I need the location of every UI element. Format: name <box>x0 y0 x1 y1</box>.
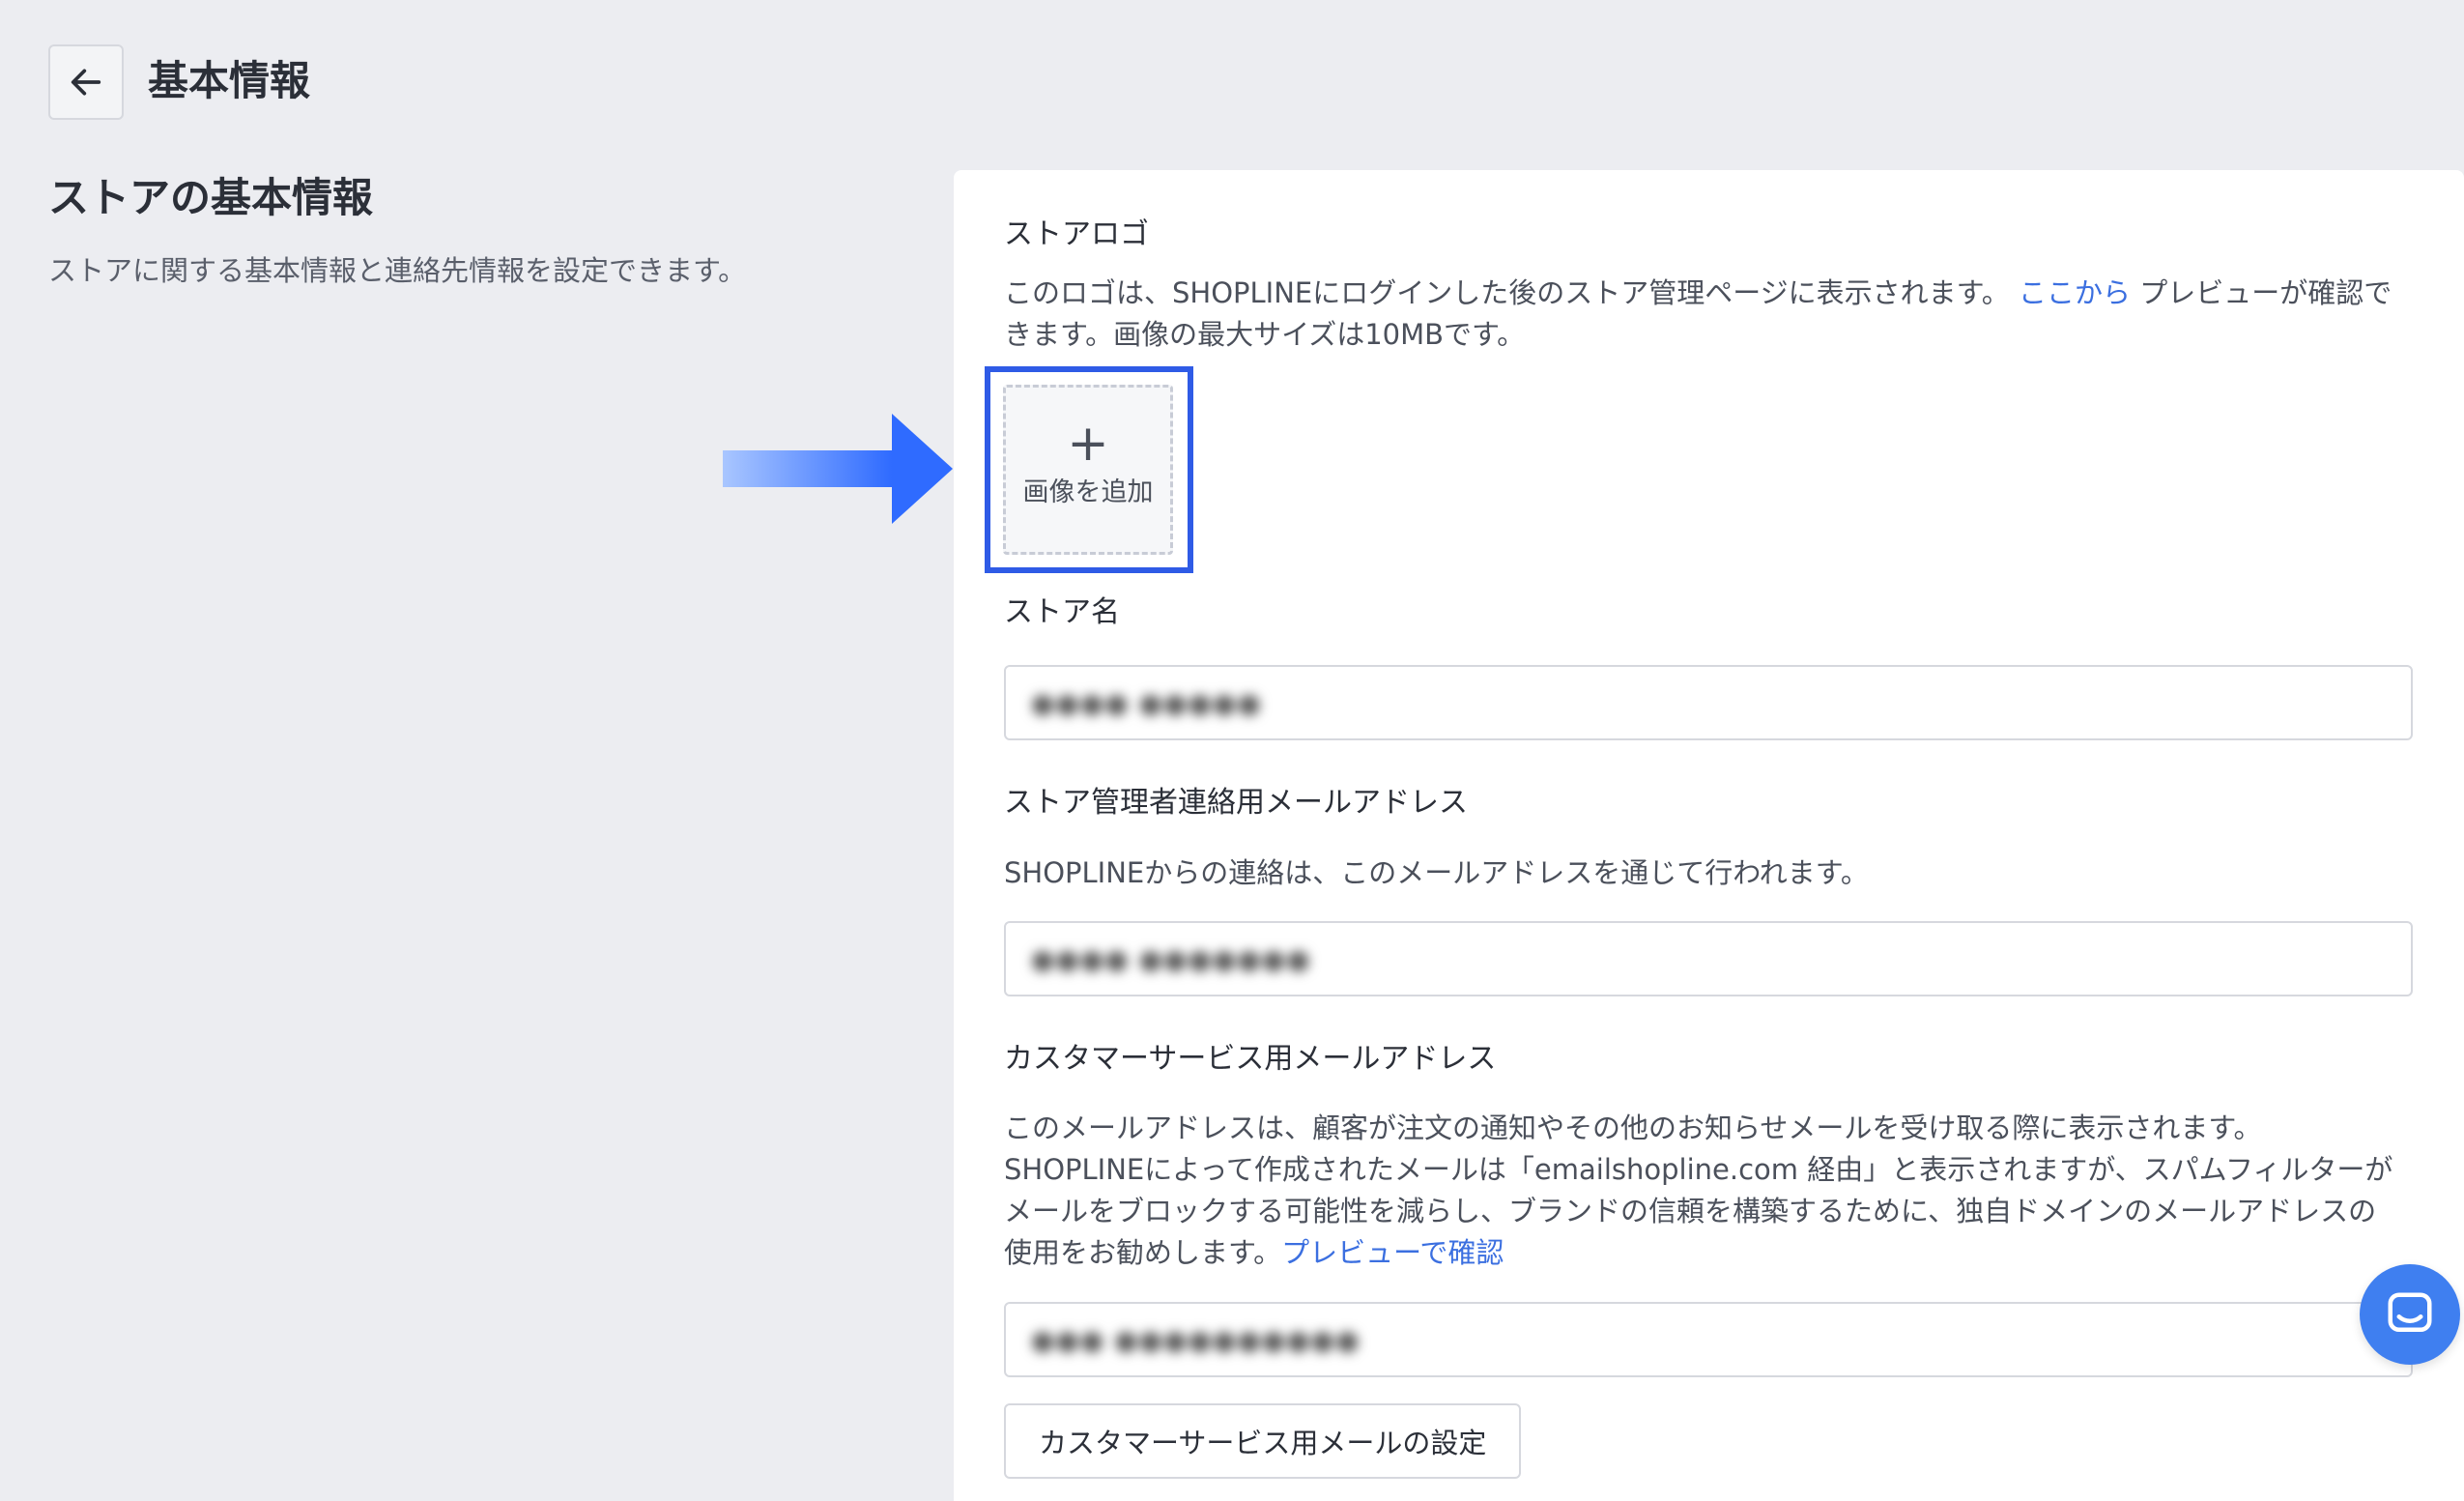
cs-email-value: ●●● ●●●●●●●●●● <box>1031 1323 1361 1356</box>
store-name-label: ストア名 <box>1004 595 1120 629</box>
page-title: 基本情報 <box>148 57 311 104</box>
cs-email-settings-button[interactable]: カスタマーサービス用メールの設定 <box>1004 1403 1522 1479</box>
store-logo-description-text: このロゴは、SHOPLINEにログインした後のストア管理ページに表示されます。 <box>1004 276 2019 309</box>
section-description: ストアに関する基本情報と連絡先情報を設定できます。 <box>48 254 747 287</box>
preview-link[interactable]: ここから <box>2019 276 2131 309</box>
store-logo-description: このロゴは、SHOPLINEにログインした後のストア管理ページに表示されます。 … <box>1004 273 2395 356</box>
logo-upload-highlight: + 画像を追加 <box>985 366 1193 573</box>
chat-button[interactable] <box>2360 1264 2460 1365</box>
admin-email-description: SHOPLINEからの連絡は、このメールアドレスを通じて行われます。 <box>1004 856 1869 889</box>
admin-email-value: ●●●● ●●●●●●● <box>1031 942 1311 975</box>
page: 基本情報 ストアの基本情報 ストアに関する基本情報と連絡先情報を設定できます。 … <box>0 0 2464 1501</box>
admin-email-label: ストア管理者連絡用メールアドレス <box>1004 786 1468 820</box>
cs-email-description-text: このメールアドレスは、顧客が注文の通知やその他のお知らせメールを受け取る際に表示… <box>1004 1111 2393 1269</box>
store-name-input[interactable]: ●●●● ●●●●● <box>1004 665 2413 740</box>
settings-card: ストアロゴ このロゴは、SHOPLINEにログインした後のストア管理ページに表示… <box>954 170 2464 1501</box>
cs-email-label: カスタマーサービス用メールアドレス <box>1004 1042 1497 1076</box>
arrow-left-icon <box>71 69 101 96</box>
add-image-label: 画像を追加 <box>1022 477 1154 507</box>
chat-icon <box>2388 1292 2432 1332</box>
cs-email-input[interactable]: ●●● ●●●●●●●●●● <box>1004 1302 2413 1377</box>
plus-icon: + <box>1067 415 1109 473</box>
admin-email-input[interactable]: ●●●● ●●●●●●● <box>1004 921 2413 996</box>
section-title: ストアの基本情報 <box>48 174 374 221</box>
add-image-button[interactable]: + 画像を追加 <box>1003 385 1173 555</box>
back-button[interactable] <box>48 44 124 120</box>
cs-preview-link[interactable]: プレビューで確認 <box>1281 1236 1504 1269</box>
highlight-arrow-icon <box>723 414 953 524</box>
store-name-value: ●●●● ●●●●● <box>1031 686 1262 719</box>
cs-email-description: このメールアドレスは、顧客が注文の通知やその他のお知らせメールを受け取る際に表示… <box>1004 1108 2395 1274</box>
store-logo-label: ストアロゴ <box>1004 217 1149 251</box>
